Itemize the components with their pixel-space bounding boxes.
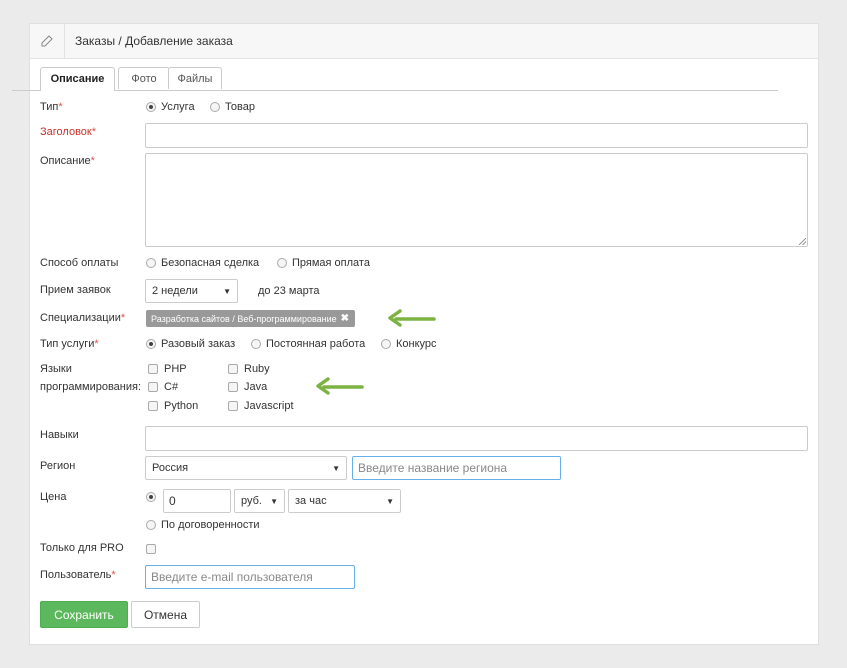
type-service-label: Услуга bbox=[161, 101, 195, 113]
payment-direct-label: Прямая оплата bbox=[292, 257, 370, 269]
lang-php-label: PHP bbox=[164, 363, 187, 375]
lang-ruby-checkbox[interactable] bbox=[228, 364, 238, 374]
service-contest-label: Конкурс bbox=[396, 338, 437, 350]
panel-header: Заказы / Добавление заказа bbox=[30, 24, 818, 59]
resize-handle-icon[interactable] bbox=[799, 238, 806, 245]
service-onetime-label: Разовый заказ bbox=[161, 338, 236, 350]
type-product-radio[interactable] bbox=[210, 102, 220, 112]
languages-label-line2: программирования: bbox=[40, 381, 142, 393]
tab-files[interactable]: Файлы bbox=[168, 67, 222, 89]
price-input[interactable]: 0 bbox=[163, 489, 231, 513]
chevron-down-icon: ▼ bbox=[270, 496, 278, 506]
pro-only-label: Только для PRO bbox=[40, 542, 124, 554]
arrow-pointer-icon bbox=[316, 377, 364, 395]
lang-csharp-label: C# bbox=[164, 381, 179, 393]
service-permanent-label: Постоянная работа bbox=[266, 338, 366, 350]
user-email-input[interactable]: Введите e-mail пользователя bbox=[145, 565, 355, 589]
acceptance-note: до 23 марта bbox=[258, 285, 320, 297]
title-input[interactable] bbox=[145, 123, 808, 148]
skills-label: Навыки bbox=[40, 429, 79, 441]
save-button[interactable]: Сохранить bbox=[40, 601, 128, 628]
remove-tag-icon[interactable]: ✖ bbox=[341, 313, 349, 324]
currency-value: руб. bbox=[241, 495, 262, 507]
payment-safe-label: Безопасная сделка bbox=[161, 257, 260, 269]
currency-select[interactable]: руб. ▼ bbox=[234, 489, 285, 513]
tab-photo[interactable]: Фото bbox=[118, 67, 170, 89]
region-placeholder: Введите название региона bbox=[358, 461, 508, 475]
description-label: Описание* bbox=[40, 155, 95, 167]
tab-description[interactable]: Описание bbox=[40, 67, 115, 91]
lang-javascript-label: Javascript bbox=[244, 400, 294, 412]
lang-java-checkbox[interactable] bbox=[228, 382, 238, 392]
type-service-radio[interactable] bbox=[146, 102, 156, 112]
service-type-label: Тип услуги* bbox=[40, 338, 99, 350]
tab-bar: Описание Фото Файлы bbox=[12, 67, 778, 91]
lang-javascript-checkbox[interactable] bbox=[228, 401, 238, 411]
region-input[interactable]: Введите название региона bbox=[352, 456, 561, 480]
service-contest-radio[interactable] bbox=[381, 339, 391, 349]
type-product-label: Товар bbox=[225, 101, 255, 113]
type-label: Тип* bbox=[40, 101, 63, 113]
languages-label-line1: Языки bbox=[40, 363, 72, 375]
price-value: 0 bbox=[169, 494, 176, 508]
user-label: Пользователь* bbox=[40, 569, 116, 581]
payment-safe-radio[interactable] bbox=[146, 258, 156, 268]
country-value: Россия bbox=[152, 462, 189, 474]
edit-icon bbox=[30, 24, 65, 58]
service-onetime-radio[interactable] bbox=[146, 339, 156, 349]
specializations-label: Специализации* bbox=[40, 312, 126, 324]
chevron-down-icon: ▼ bbox=[223, 286, 231, 296]
payment-label: Способ оплаты bbox=[40, 257, 119, 269]
arrow-pointer-icon bbox=[388, 309, 436, 327]
cancel-button[interactable]: Отмена bbox=[131, 601, 200, 628]
acceptance-label: Прием заявок bbox=[40, 284, 111, 296]
description-textarea[interactable] bbox=[145, 153, 808, 247]
lang-ruby-label: Ruby bbox=[244, 363, 270, 375]
specialization-tag: Разработка сайтов / Веб-программирование… bbox=[146, 310, 356, 327]
price-label: Цена bbox=[40, 491, 67, 503]
price-negotiable-radio[interactable] bbox=[146, 520, 156, 530]
lang-php-checkbox[interactable] bbox=[148, 364, 158, 374]
service-permanent-radio[interactable] bbox=[251, 339, 261, 349]
user-email-placeholder: Введите e-mail пользователя bbox=[151, 570, 313, 584]
chevron-down-icon: ▼ bbox=[332, 463, 340, 473]
page-title: Заказы / Добавление заказа bbox=[75, 34, 233, 48]
country-select[interactable]: Россия ▼ bbox=[145, 456, 347, 480]
period-select[interactable]: за час ▼ bbox=[288, 489, 401, 513]
chevron-down-icon: ▼ bbox=[386, 496, 394, 506]
period-value: за час bbox=[295, 495, 327, 507]
specialization-tag-text: Разработка сайтов / Веб-программирование bbox=[151, 313, 337, 324]
title-label: Заголовок* bbox=[40, 126, 96, 138]
lang-python-label: Python bbox=[164, 400, 199, 412]
acceptance-select[interactable]: 2 недели ▼ bbox=[145, 279, 238, 303]
lang-csharp-checkbox[interactable] bbox=[148, 382, 158, 392]
price-negotiable-label: По договоренности bbox=[161, 519, 260, 531]
lang-java-label: Java bbox=[244, 381, 268, 393]
price-fixed-radio[interactable] bbox=[146, 492, 156, 502]
skills-input[interactable] bbox=[145, 426, 808, 451]
region-label: Регион bbox=[40, 460, 76, 472]
lang-python-checkbox[interactable] bbox=[148, 401, 158, 411]
acceptance-value: 2 недели bbox=[152, 285, 198, 297]
pro-only-checkbox[interactable] bbox=[146, 544, 156, 554]
payment-direct-radio[interactable] bbox=[277, 258, 287, 268]
